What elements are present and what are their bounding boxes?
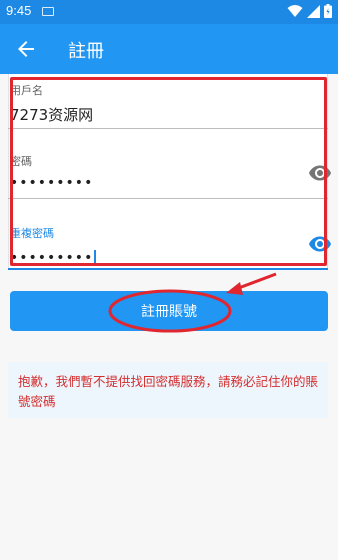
username-field[interactable]: 用戶名 7273资源网	[10, 82, 308, 125]
status-icons	[287, 4, 332, 18]
keyboard-icon	[42, 7, 54, 16]
confirm-password-value: •••••••••	[10, 250, 94, 266]
wifi-icon	[287, 5, 303, 17]
confirm-password-label: 重複密碼	[10, 227, 54, 240]
battery-icon	[324, 4, 332, 18]
page-title: 註冊	[68, 41, 104, 61]
notice-text: 抱歉，我們暫不提供找回密碼服務，請務必記住你的賬號密碼	[18, 374, 319, 409]
username-input[interactable]: 7273资源网	[10, 104, 308, 125]
username-label: 用戶名	[10, 84, 43, 97]
divider	[8, 128, 328, 129]
arrow-left-icon[interactable]	[14, 37, 38, 61]
notice-box: 抱歉，我們暫不提供找回密碼服務，請務必記住你的賬號密碼	[8, 362, 328, 418]
annotation-arrow-line	[235, 272, 277, 291]
confirm-password-input[interactable]: •••••••••	[10, 247, 308, 266]
password-field[interactable]: 密碼 •••••••••	[10, 153, 308, 191]
signal-icon	[307, 4, 320, 18]
register-button[interactable]: 註冊賬號	[10, 291, 328, 331]
password-label: 密碼	[10, 155, 32, 168]
status-bar: 9:45	[0, 0, 338, 24]
app-bar: 註冊	[0, 24, 338, 74]
status-time: 9:45	[6, 3, 32, 18]
register-button-label: 註冊賬號	[141, 303, 197, 319]
text-cursor	[94, 249, 96, 266]
divider	[8, 198, 328, 199]
confirm-password-field[interactable]: 重複密碼 •••••••••	[10, 225, 308, 266]
focus-underline	[8, 268, 328, 270]
password-input[interactable]: •••••••••	[10, 175, 308, 191]
eye-icon[interactable]	[308, 161, 332, 185]
eye-icon[interactable]	[308, 232, 332, 256]
